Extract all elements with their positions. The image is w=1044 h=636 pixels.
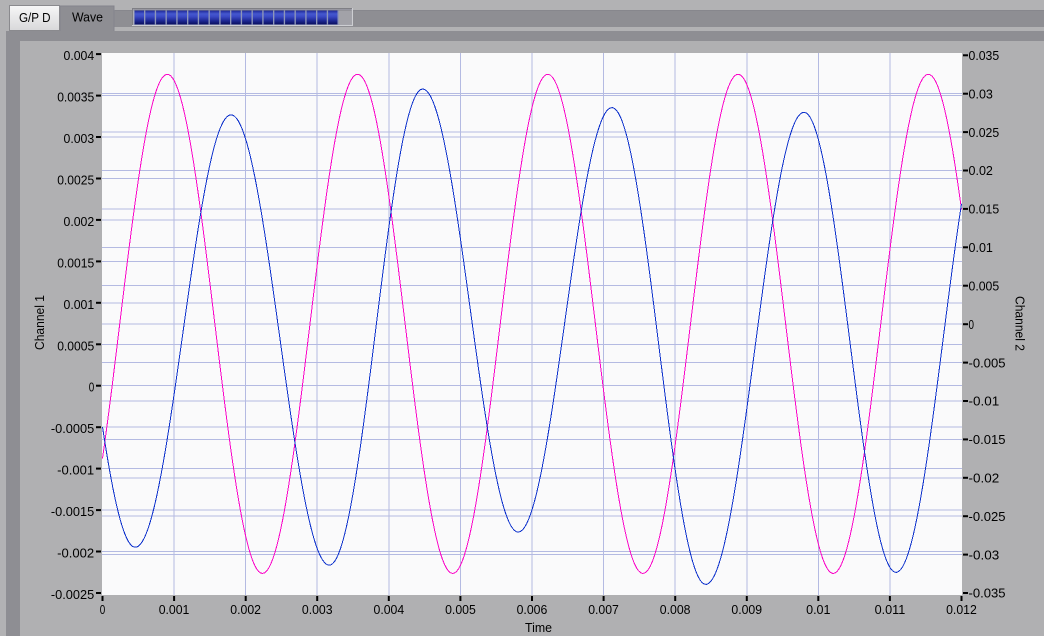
svg-text:-0.02: -0.02	[969, 471, 1000, 486]
svg-text:0.004: 0.004	[64, 48, 95, 63]
svg-text:0.009: 0.009	[731, 602, 762, 617]
svg-text:Time: Time	[525, 620, 552, 635]
svg-text:-0.0025: -0.0025	[51, 587, 94, 602]
svg-text:0: 0	[969, 317, 975, 332]
svg-text:Wave: Wave	[72, 10, 103, 25]
svg-text:G/P D: G/P D	[19, 10, 51, 25]
svg-text:0.006: 0.006	[517, 602, 548, 617]
svg-text:0.0005: 0.0005	[57, 338, 94, 353]
svg-text:0.005: 0.005	[969, 278, 1000, 293]
svg-text:0.011: 0.011	[875, 602, 906, 617]
svg-text:0.02: 0.02	[969, 163, 993, 178]
svg-text:0.003: 0.003	[302, 602, 333, 617]
svg-text:0.0015: 0.0015	[57, 255, 94, 270]
svg-text:-0.01: -0.01	[969, 394, 1000, 409]
svg-text:-0.025: -0.025	[969, 509, 1006, 524]
svg-text:0.004: 0.004	[374, 602, 405, 617]
svg-text:0: 0	[100, 602, 106, 617]
svg-text:0.01: 0.01	[806, 602, 830, 617]
svg-text:Channel 2: Channel 2	[1013, 296, 1028, 351]
svg-text:-0.03: -0.03	[969, 547, 1000, 562]
svg-text:-0.005: -0.005	[969, 355, 1006, 370]
svg-text:0.035: 0.035	[969, 48, 1000, 63]
svg-text:0.012: 0.012	[946, 602, 977, 617]
svg-text:0.001: 0.001	[159, 602, 190, 617]
svg-text:0: 0	[89, 380, 95, 395]
svg-text:-0.015: -0.015	[969, 432, 1006, 447]
svg-text:0.0035: 0.0035	[57, 90, 94, 105]
svg-text:-0.001: -0.001	[57, 463, 94, 478]
svg-text:0.002: 0.002	[64, 214, 95, 229]
svg-text:0.003: 0.003	[64, 131, 95, 146]
svg-text:0.0025: 0.0025	[57, 173, 94, 188]
svg-text:Channel 1: Channel 1	[32, 295, 47, 350]
svg-text:0.001: 0.001	[64, 297, 95, 312]
svg-text:-0.035: -0.035	[969, 586, 1006, 601]
svg-text:0.008: 0.008	[660, 602, 691, 617]
svg-text:0.03: 0.03	[969, 86, 993, 101]
svg-text:0.002: 0.002	[230, 602, 261, 617]
svg-text:0.007: 0.007	[588, 602, 619, 617]
svg-text:-0.0015: -0.0015	[51, 504, 94, 519]
svg-text:0.025: 0.025	[969, 125, 1000, 140]
svg-text:-0.002: -0.002	[57, 546, 94, 561]
svg-text:0.005: 0.005	[445, 602, 476, 617]
svg-text:0.015: 0.015	[969, 202, 1000, 217]
svg-text:-0.0005: -0.0005	[51, 421, 94, 436]
svg-text:0.01: 0.01	[969, 240, 993, 255]
